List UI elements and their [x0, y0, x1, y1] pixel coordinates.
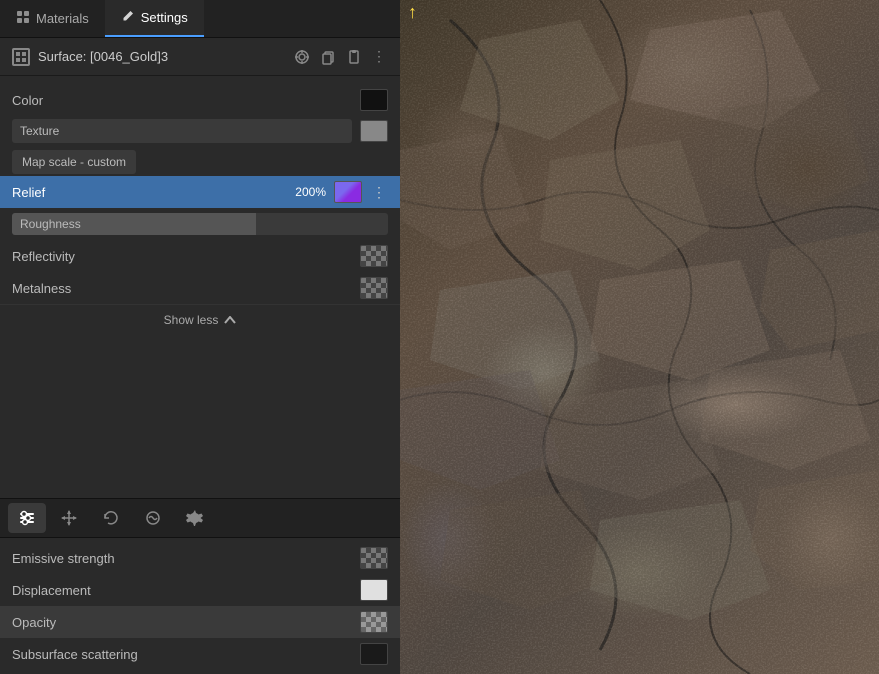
map-scale-button[interactable]: Map scale - custom [12, 150, 136, 174]
subsurface-scattering-row: Subsurface scattering [0, 638, 400, 670]
paste-button[interactable] [344, 47, 364, 67]
emissive-strength-label: Emissive strength [12, 551, 352, 566]
tab-materials-label: Materials [36, 11, 89, 26]
left-panel: Materials Settings Surface: [0046_Gold]3 [0, 0, 400, 674]
right-panel: ↑ [400, 0, 879, 674]
bottom-tab-settings[interactable] [176, 503, 214, 533]
subsurface-scattering-label: Subsurface scattering [12, 647, 352, 662]
relief-label: Relief [12, 185, 287, 200]
show-less-label: Show less [164, 313, 219, 327]
metalness-row: Metalness [0, 272, 400, 304]
relief-row[interactable]: Relief 200% ⋮ [0, 176, 400, 208]
reflectivity-swatch[interactable] [360, 245, 388, 267]
properties-list: Color Texture Map scale - custom Relief … [0, 76, 400, 498]
roughness-row: Roughness [0, 208, 400, 240]
displacement-row: Displacement [0, 574, 400, 606]
reflectivity-label: Reflectivity [12, 249, 352, 264]
map-scale-row: Map scale - custom [0, 146, 400, 176]
show-less-button[interactable]: Show less [0, 304, 400, 335]
relief-menu-button[interactable]: ⋮ [370, 184, 388, 201]
properties-list-2: Emissive strength Displacement Opacity S… [0, 538, 400, 674]
target-button[interactable] [292, 47, 312, 67]
opacity-row: Opacity [0, 606, 400, 638]
opacity-label: Opacity [12, 615, 352, 630]
displacement-swatch[interactable] [360, 579, 388, 601]
color-swatch[interactable] [360, 89, 388, 111]
displacement-label: Displacement [12, 583, 352, 598]
chevron-up-icon [224, 313, 236, 327]
copy-button[interactable] [318, 47, 338, 67]
roughness-label: Roughness [12, 213, 388, 235]
opacity-swatch[interactable] [360, 611, 388, 633]
surface-actions: ⋮ [292, 46, 388, 67]
top-tabs: Materials Settings [0, 0, 400, 38]
subsurface-scattering-swatch[interactable] [360, 643, 388, 665]
color-label: Color [12, 93, 352, 108]
top-arrow: ↑ [408, 2, 417, 23]
tab-settings[interactable]: Settings [105, 0, 204, 37]
bottom-tabs [0, 498, 400, 538]
bottom-tab-history[interactable] [92, 503, 130, 533]
surface-header: Surface: [0046_Gold]3 [0, 38, 400, 76]
bottom-tab-bake[interactable] [134, 503, 172, 533]
relief-swatch[interactable] [334, 181, 362, 203]
tab-materials[interactable]: Materials [0, 0, 105, 37]
relief-value: 200% [295, 185, 326, 199]
surface-icon [12, 48, 30, 66]
texture-row: Texture [0, 116, 400, 146]
surface-title: Surface: [0046_Gold]3 [38, 49, 284, 64]
materials-icon [16, 10, 30, 27]
metalness-label: Metalness [12, 281, 352, 296]
color-row: Color [0, 84, 400, 116]
bottom-tab-transform[interactable] [50, 503, 88, 533]
roughness-slider[interactable]: Roughness [12, 213, 388, 235]
reflectivity-row: Reflectivity [0, 240, 400, 272]
bottom-tab-sliders[interactable] [8, 503, 46, 533]
emissive-strength-swatch[interactable] [360, 547, 388, 569]
metalness-swatch[interactable] [360, 277, 388, 299]
tab-settings-label: Settings [141, 10, 188, 25]
viewport-image: ↑ [400, 0, 879, 674]
texture-swatch[interactable] [360, 120, 388, 142]
texture-button[interactable]: Texture [12, 119, 352, 143]
emissive-strength-row: Emissive strength [0, 542, 400, 574]
more-button[interactable]: ⋮ [370, 46, 388, 67]
settings-tab-icon [121, 9, 135, 26]
